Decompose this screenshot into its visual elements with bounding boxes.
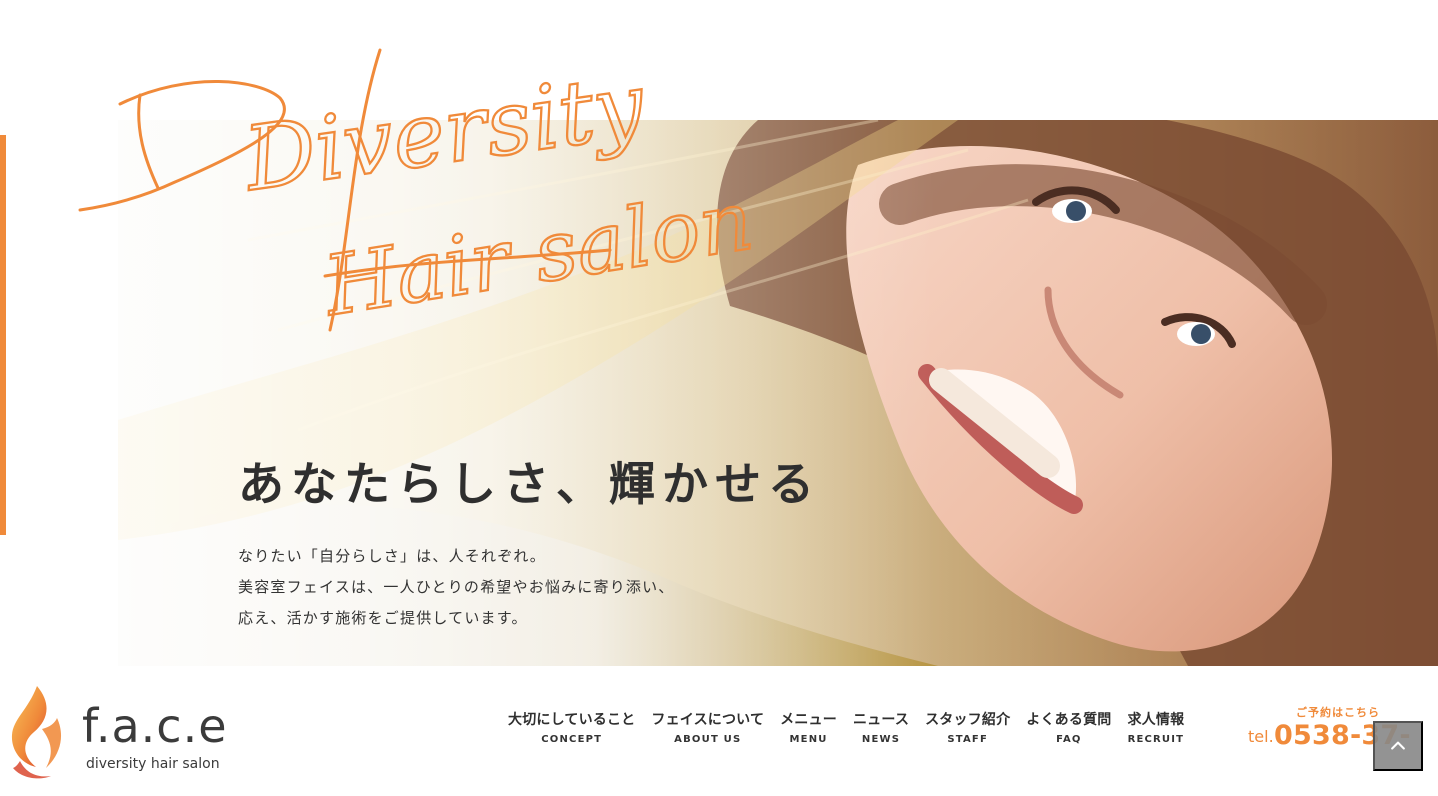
brand-tagline: diversity hair salon: [86, 756, 220, 772]
nav-faq[interactable]: よくある質問 FAQ: [1018, 710, 1119, 745]
nav-news[interactable]: ニュース NEWS: [845, 710, 917, 745]
flame-logo-icon: [11, 686, 62, 779]
nav-faq-subtitle: FAQ: [1056, 734, 1082, 745]
back-to-top-button[interactable]: [1373, 721, 1423, 771]
description-line-3: 応え、活かす施術をご提供しています。: [238, 609, 528, 627]
description-line-2: 美容室フェイスは、一人ひとりの希望やお悩みに寄り添い、: [238, 578, 675, 596]
nav-faq-label: よくある質問: [1026, 712, 1112, 728]
script-line-2: Hair salon: [316, 173, 759, 335]
description-line-1: なりたい「自分らしさ」は、人それぞれ。: [238, 547, 546, 565]
homepage: Diversity Hair salon あなたらしさ、輝かせる なりたい「自分…: [0, 0, 1438, 796]
nav-menu-label: メニュー: [780, 712, 837, 728]
nav-staff[interactable]: スタッフ紹介 STAFF: [917, 710, 1018, 745]
nav-recruit[interactable]: 求人情報 RECRUIT: [1119, 710, 1192, 745]
nav-news-subtitle: NEWS: [861, 734, 901, 745]
nav-menu-subtitle: MENU: [789, 734, 828, 745]
main-navigation: 大切にしていること CONCEPT フェイスについて ABOUT US メニュー…: [500, 710, 1192, 745]
hero-description: なりたい「自分らしさ」は、人それぞれ。 美容室フェイスは、一人ひとりの希望やお悩…: [238, 541, 675, 634]
hero-script-title: Diversity Hair salon: [78, 48, 760, 336]
nav-staff-subtitle: STAFF: [947, 734, 988, 745]
nav-news-label: ニュース: [852, 712, 910, 728]
nav-concept-subtitle: CONCEPT: [541, 734, 603, 745]
nav-recruit-subtitle: RECRUIT: [1127, 734, 1185, 745]
nav-recruit-label: 求人情報: [1127, 712, 1185, 728]
nav-about-us[interactable]: フェイスについて ABOUT US: [643, 710, 772, 745]
nav-staff-label: スタッフ紹介: [925, 712, 1011, 728]
hero-tagline: あなたらしさ、輝かせる: [238, 457, 821, 511]
nav-concept-label: 大切にしていること: [508, 712, 636, 728]
nav-about-us-subtitle: ABOUT US: [674, 734, 742, 745]
reservation-label: ご予約はこちら: [1296, 706, 1380, 719]
brand-logo-link[interactable]: f.a.c.e diversity hair salon: [8, 684, 258, 784]
nav-concept[interactable]: 大切にしていること CONCEPT: [500, 710, 643, 745]
script-line-1: Diversity: [237, 53, 652, 211]
tel-prefix: tel.: [1248, 727, 1274, 746]
site-header-bar: f.a.c.e diversity hair salon 大切にしていること C…: [0, 666, 1438, 796]
nav-menu[interactable]: メニュー MENU: [772, 710, 845, 745]
chevron-up-icon: [1391, 741, 1405, 750]
nav-about-us-label: フェイスについて: [651, 712, 765, 728]
brand-name: f.a.c.e: [82, 699, 228, 753]
